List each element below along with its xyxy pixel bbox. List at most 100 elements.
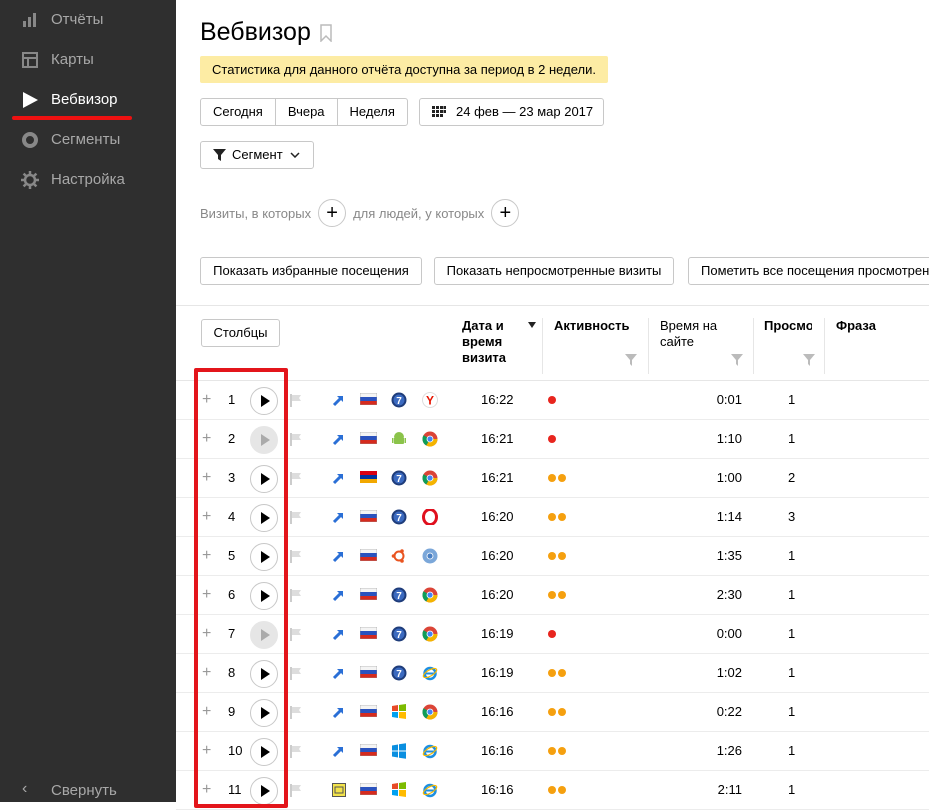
filter-icon[interactable] [803,354,815,366]
flag-ru-icon [359,587,378,601]
flag-icon[interactable] [290,433,302,446]
table-row[interactable]: +11 16:16 2:11 1 [176,771,929,810]
column-divider [542,318,543,374]
visit-time: 16:19 [481,626,514,641]
visit-duration: 1:02 [716,665,742,680]
visit-time: 16:20 [481,509,514,524]
flag-ru-icon [359,548,378,562]
flag-ru-icon [359,626,378,640]
table-row[interactable]: +2 16:21 1:10 1 [176,420,929,459]
visit-time: 16:22 [481,392,514,407]
sort-desc-icon[interactable] [528,322,536,328]
period-today-button[interactable]: Сегодня [201,99,276,125]
windows7-icon: 7 [391,509,407,525]
filter-icon [213,149,226,161]
header-duration[interactable]: Время на сайте [660,318,740,350]
add-visit-condition-button[interactable]: + [318,199,347,227]
link-arrow-icon [332,471,346,485]
visit-duration: 2:30 [716,587,742,602]
activity-dot [558,591,566,599]
segment-dropdown[interactable]: Сегмент [200,141,314,169]
opera-icon [422,508,438,526]
sidebar-item-settings[interactable]: Настройка [0,160,176,200]
period-week-button[interactable]: Неделя [338,99,407,125]
date-range-picker[interactable]: 24 фев — 23 мар 2017 [419,98,604,126]
activity-indicator [548,435,558,443]
visit-time: 16:16 [481,704,514,719]
flag-icon[interactable] [290,511,302,524]
ubuntu-icon [391,548,407,564]
visit-duration: 1:26 [716,743,742,758]
visit-duration: 1:10 [716,431,742,446]
sidebar-item-maps[interactable]: Карты [0,40,176,80]
link-arrow-icon [332,393,346,407]
sidebar-item-reports[interactable]: Отчёты [0,0,176,40]
table-row[interactable]: +1 7 Y 16:22 0:01 1 [176,381,929,420]
chromium-icon [422,548,438,564]
link-arrow-icon [332,588,346,602]
collapse-sidebar-button[interactable]: ‹ Свернуть [0,776,176,802]
header-phrase[interactable]: Фраза [836,318,876,334]
activity-indicator [548,396,558,404]
table-row[interactable]: +4 7 16:20 1:14 3 [176,498,929,537]
bookmark-icon[interactable] [320,24,332,42]
activity-indicator [548,474,568,482]
flag-icon[interactable] [290,706,302,719]
visit-duration: 1:14 [716,509,742,524]
page-views: 1 [788,431,796,446]
android-icon [391,431,407,447]
windows-xp-icon [391,782,407,798]
activity-dot [558,552,566,560]
visit-time: 16:20 [481,548,514,563]
windows7-icon: 7 [391,587,407,603]
visit-time: 16:21 [481,431,514,446]
header-activity[interactable]: Активность [554,318,629,334]
period-yesterday-button[interactable]: Вчера [276,99,338,125]
flag-icon[interactable] [290,745,302,758]
sidebar-item-label: Карты [51,51,94,68]
sidebar-item-webvisor[interactable]: Вебвизор [0,80,176,120]
table-row[interactable]: +6 7 16:20 2:30 1 [176,576,929,615]
period-selector: Сегодня Вчера Неделя [200,98,408,126]
page-views: 1 [788,626,796,641]
link-arrow-icon [332,432,346,446]
link-arrow-icon [332,627,346,641]
flag-icon[interactable] [290,550,302,563]
table-row[interactable]: +5 16:20 1:35 1 [176,537,929,576]
column-divider [648,318,649,374]
chrome-icon [422,626,438,642]
activity-dot [548,747,556,755]
header-datetime[interactable]: Дата и время визита [462,318,522,366]
page-views: 1 [788,587,796,602]
activity-indicator [548,513,568,521]
flag-icon[interactable] [290,628,302,641]
flag-ru-icon [359,704,378,718]
show-favorites-button[interactable]: Показать избранные посещения [200,257,422,285]
flag-icon[interactable] [290,472,302,485]
show-unviewed-button[interactable]: Показать непросмотренные визиты [434,257,674,285]
activity-dot [548,708,556,716]
flag-ru-icon [359,743,378,757]
filter-icon[interactable] [731,354,743,366]
activity-indicator [548,630,558,638]
table-row[interactable]: +3 7 16:21 1:00 2 [176,459,929,498]
header-views[interactable]: Просмо [764,318,812,334]
table-row[interactable]: +9 16:16 0:22 1 [176,693,929,732]
flag-ru-icon [359,665,378,679]
chevron-down-icon [290,152,300,158]
table-row[interactable]: +10 16:16 1:26 1 [176,732,929,771]
segments-icon [22,132,38,148]
svg-text:7: 7 [396,591,402,602]
add-people-condition-button[interactable]: + [491,199,520,227]
table-row[interactable]: +8 7 16:19 1:02 1 [176,654,929,693]
sidebar-item-segments[interactable]: Сегменты [0,120,176,160]
windows-xp-icon [391,704,407,720]
mark-all-viewed-button[interactable]: Пометить все посещения просмотрен [688,257,929,285]
flag-icon[interactable] [290,589,302,602]
columns-button[interactable]: Столбцы [201,319,280,347]
flag-icon[interactable] [290,394,302,407]
table-row[interactable]: +7 7 16:19 0:00 1 [176,615,929,654]
flag-icon[interactable] [290,667,302,680]
flag-icon[interactable] [290,784,302,797]
filter-icon[interactable] [625,354,637,366]
